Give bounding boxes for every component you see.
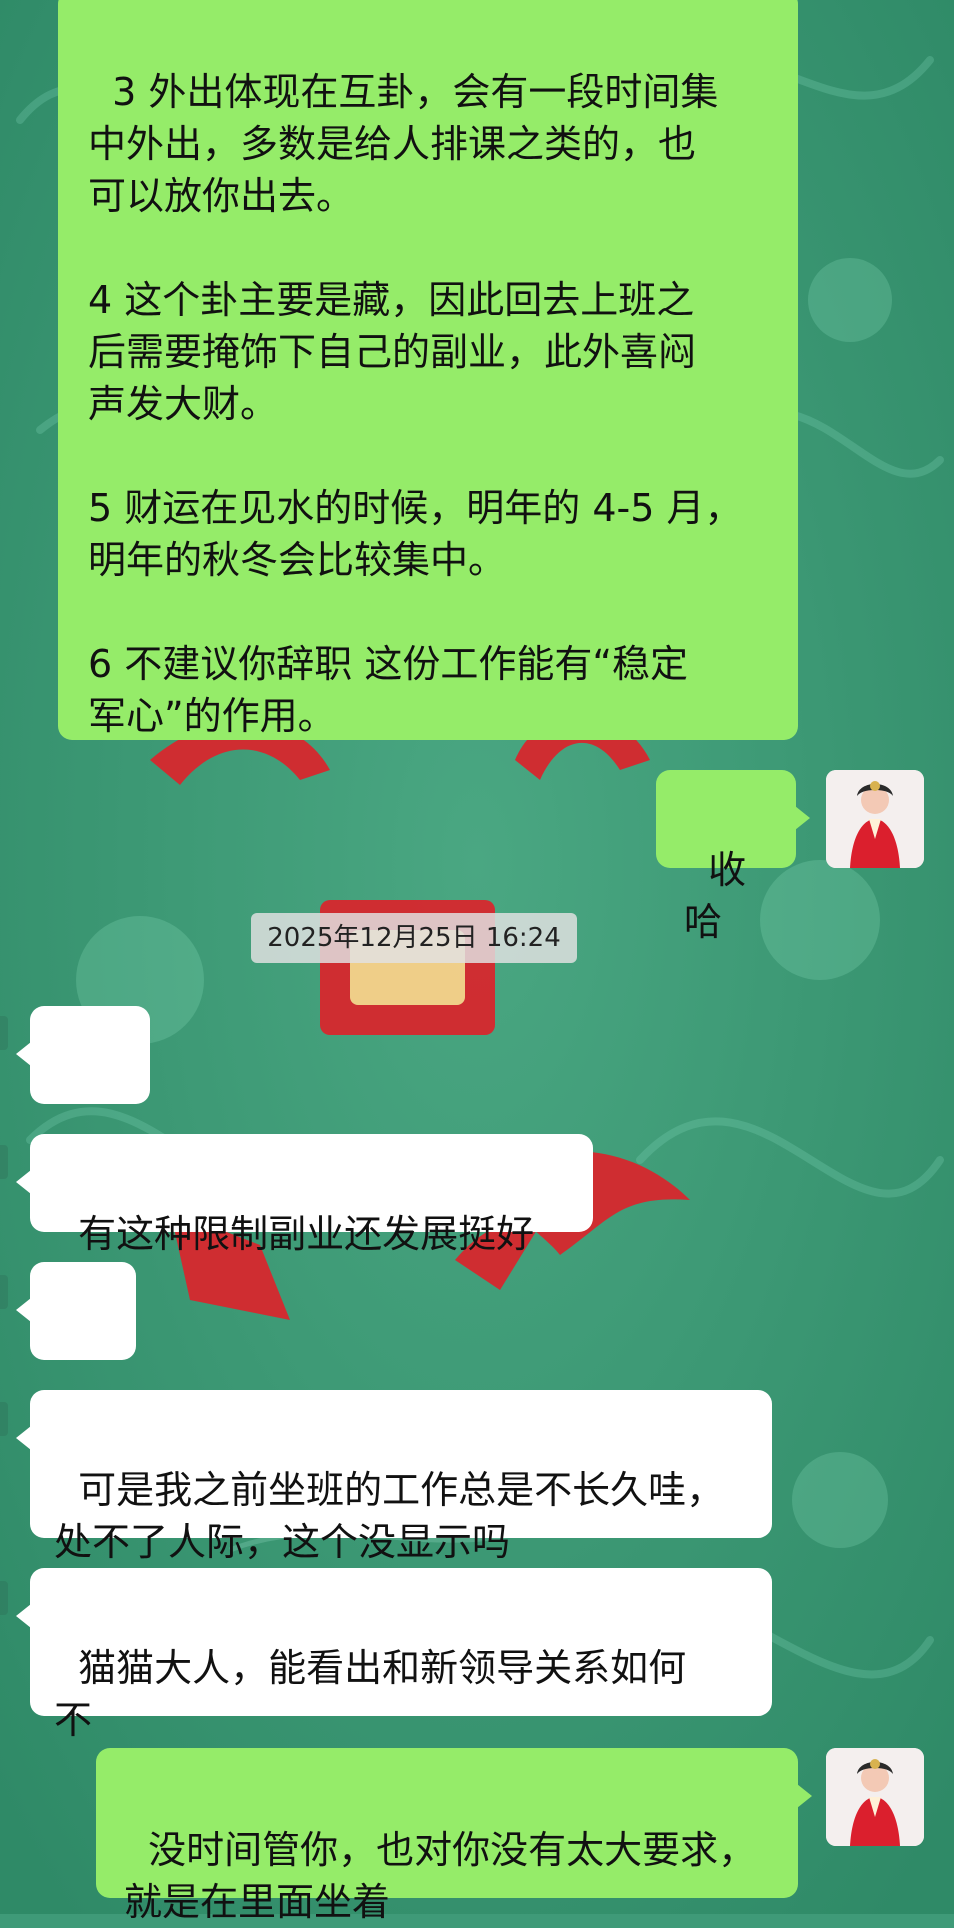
message-text: 3 外出体现在互卦，会有一段时间集 中外出，多数是给人排课之类的，也 可以放你出… — [88, 70, 743, 738]
message-bubble-outgoing[interactable]: 收哈 — [656, 770, 810, 944]
message-bubble-incoming[interactable] — [16, 1262, 136, 1439]
message-bubble-incoming[interactable]: 哈? — [16, 1006, 150, 1180]
left-edge-indicator — [0, 1402, 8, 1436]
timestamp: 2025年12月25日 16:24 — [251, 913, 577, 963]
message-bubble-outgoing[interactable]: 3 外出体现在互卦，会有一段时间集 中外出，多数是给人排课之类的，也 可以放你出… — [58, 0, 798, 740]
left-edge-indicator — [0, 1145, 8, 1179]
message-bubble-outgoing[interactable]: 没时间管你，也对你没有太大要求， 就是在里面坐着 — [96, 1748, 812, 1924]
woman-avatar-icon — [826, 770, 924, 868]
message-bubble-incoming[interactable]: 可是我之前坐班的工作总是不长久哇， 处不了人际，这个没显示吗 — [16, 1390, 772, 1564]
left-edge-indicator — [0, 1275, 8, 1309]
avatar[interactable] — [826, 1748, 924, 1846]
message-bubble-incoming[interactable]: 有这种限制副业还发展挺好 — [16, 1134, 593, 1256]
woman-avatar-icon — [826, 1748, 924, 1846]
left-edge-indicator — [0, 1581, 8, 1615]
message-text: 有这种限制副业还发展挺好 — [78, 1212, 535, 1256]
message-bubble-incoming[interactable]: 猫猫大人，能看出和新领导关系如何 不 — [16, 1568, 772, 1742]
avatar[interactable] — [826, 770, 924, 868]
left-edge-indicator — [0, 1016, 8, 1050]
